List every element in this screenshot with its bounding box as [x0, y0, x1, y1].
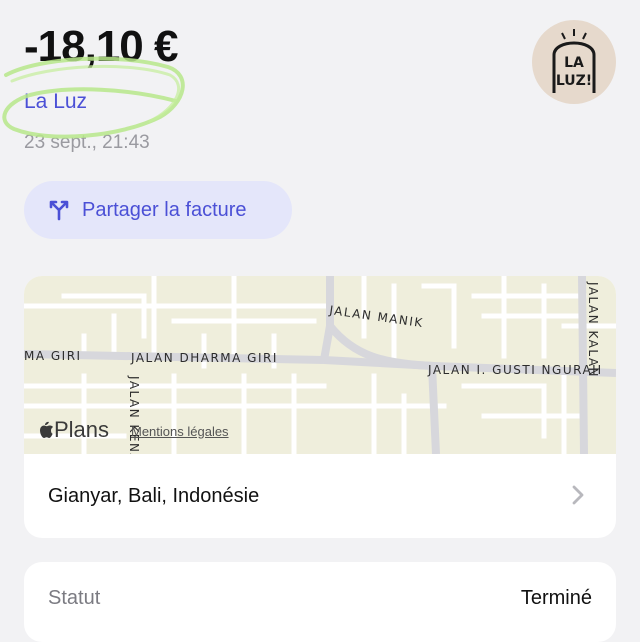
- chevron-right-icon: [572, 485, 584, 510]
- location-row[interactable]: Gianyar, Bali, Indonésie: [24, 454, 616, 538]
- location-label: Gianyar, Bali, Indonésie: [48, 484, 260, 507]
- apple-logo-icon: [40, 421, 53, 438]
- split-bill-label: Partager la facture: [82, 198, 247, 221]
- street-label-manik: JALAN MANIK: [328, 303, 425, 330]
- status-label: Statut: [48, 587, 101, 609]
- street-label-kalan: JALAN KALAN: [586, 281, 600, 378]
- amount: -18,10 €: [24, 22, 178, 71]
- location-card: JALAN MANIK JALAN DHARMA GIRI MA GIRI JA…: [24, 276, 616, 538]
- status-card: Statut Terminé: [24, 562, 616, 642]
- split-icon: [48, 198, 72, 222]
- logo-text-la: LA: [564, 55, 584, 71]
- legal-notices-link[interactable]: Mentions légales: [131, 424, 229, 439]
- merchant-logo[interactable]: LA LUZ!: [532, 20, 616, 104]
- street-label-gusti-ngurah: JALAN I. GUSTI NGURAH: [427, 363, 603, 377]
- logo-text-luz: LUZ!: [556, 73, 592, 89]
- status-value: Terminé: [520, 587, 592, 609]
- maps-attribution: Plans: [38, 417, 109, 443]
- maps-provider-label: Plans: [54, 417, 110, 442]
- la-luz-logo: LA LUZ!: [552, 29, 596, 93]
- merchant-name[interactable]: La Luz: [24, 90, 87, 114]
- transaction-datetime: 23 sept., 21:43: [24, 132, 150, 153]
- split-bill-button[interactable]: Partager la facture: [24, 181, 292, 239]
- street-label-dharma-giri: JALAN DHARMA GIRI: [130, 351, 278, 365]
- street-label-dharma-giri-left: MA GIRI: [24, 349, 82, 363]
- map-view[interactable]: JALAN MANIK JALAN DHARMA GIRI MA GIRI JA…: [24, 276, 616, 454]
- street-label-kenari: JALAN KENARI: [127, 375, 141, 454]
